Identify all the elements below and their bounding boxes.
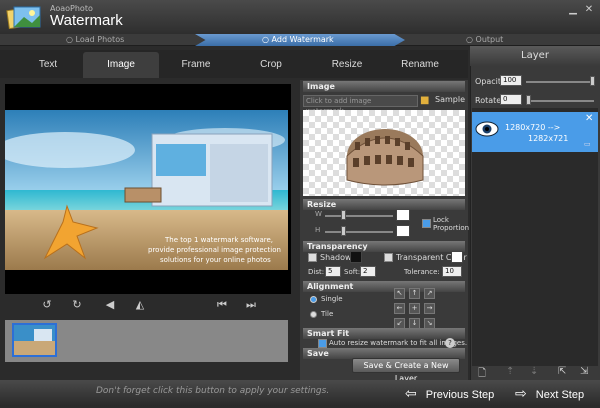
tab-text[interactable]: Text [10,52,86,78]
previous-image-icon[interactable]: ⏮ [215,298,229,312]
save-create-layer-button[interactable]: Save & Create a New Layer [352,358,460,383]
align-top-icon[interactable]: ↑ [409,288,420,299]
layer-image-icon: ▭ [584,140,591,148]
tile-label: Tile [321,310,334,318]
lock-proportion-label: Lock Proportion [433,216,470,232]
auto-resize-checkbox[interactable] [318,339,327,348]
tab-crop[interactable]: Crop [233,52,309,78]
align-right-icon[interactable]: → [424,303,435,314]
soft-spinner[interactable]: 2 [360,266,376,277]
step-output[interactable]: ○ Output [466,35,503,44]
tab-image[interactable]: Image [83,52,159,78]
lock-proportion-checkbox[interactable] [422,219,431,228]
width-slider-knob[interactable] [341,210,346,220]
tolerance-label: Tolerance: [404,268,440,276]
next-step-label: Next Step [535,389,585,401]
folder-icon[interactable]: ■ [420,95,432,106]
previous-step-label: Previous Step [425,389,495,401]
opacity-spinner[interactable]: 100 [500,75,522,86]
thumbnail-item[interactable] [12,323,57,357]
rotate-slider-knob[interactable] [526,95,531,105]
svg-text:The top 1 watermark software,: The top 1 watermark software, [164,236,273,244]
width-label: W [315,210,322,218]
step-add-watermark[interactable]: ○ Add Watermark [262,35,334,44]
height-slider-knob[interactable] [341,226,346,236]
transparent-color-swatch[interactable] [451,251,463,263]
tab-rename[interactable]: Rename [382,52,458,78]
tab-resize[interactable]: Resize [309,52,385,78]
minimize-icon[interactable]: ▁ [566,4,580,16]
rotate-left-icon[interactable]: ↺ [40,298,54,312]
sample-button[interactable]: Sample [435,95,465,104]
app-logo-icon [6,3,44,31]
height-label: H [315,226,321,234]
soft-label: Soft: [344,268,361,276]
arrow-right-icon: ⇨ [515,385,527,401]
step-label: Add Watermark [271,35,334,44]
hint-text: Don't forget click this button to apply … [96,386,330,396]
shadow-color-swatch[interactable] [350,251,362,263]
width-slider-track [325,215,393,217]
tile-radio[interactable] [310,311,317,318]
shadow-checkbox[interactable] [308,253,317,262]
previous-step-button[interactable]: ⇦ Previous Step [405,381,505,406]
step-label: Output [475,35,504,44]
brand-title: Watermark [50,12,123,29]
dist-label: Dist: [308,268,325,276]
arrow-left-icon: ⇦ [405,385,417,401]
step-load-photos[interactable]: ○ Load Photos [66,35,124,44]
section-alignment-title: Alignment [303,281,465,292]
rotate-label: Rotate [475,96,502,105]
layer-delete-icon[interactable]: ✕ [585,113,593,124]
move-layer-up-icon[interactable]: ⇡ [506,366,514,377]
align-top-right-icon[interactable]: ↗ [424,288,435,299]
close-icon[interactable]: ✕ [582,4,596,16]
width-value-box[interactable] [396,209,410,221]
section-smartfit-title: Smart Fit [303,328,465,339]
single-label: Single [321,295,343,303]
align-left-icon[interactable]: ← [394,303,405,314]
dist-spinner[interactable]: 5 [325,266,341,277]
transparent-color-checkbox[interactable] [384,253,393,262]
svg-text:solutions for your online phot: solutions for your online photos [160,256,271,264]
next-step-button[interactable]: ⇨ Next Step [515,381,600,406]
section-resize-title: Resize [303,199,465,210]
flip-horizontal-icon[interactable]: ◀ [103,298,117,312]
watermark-preview [303,110,465,196]
opacity-slider-track [526,81,594,83]
align-top-left-icon[interactable]: ↖ [394,288,405,299]
visibility-eye-icon[interactable] [475,121,499,140]
section-image-title: Image [303,81,465,92]
tolerance-spinner[interactable]: 10 [442,266,462,277]
section-transparency-title: Transparency [303,241,465,252]
rotate-spinner[interactable]: 0 [500,94,522,105]
move-layer-down-icon[interactable]: ⇣ [530,366,538,377]
next-image-icon[interactable]: ⏭ [244,298,258,312]
layer-item-size-from: 1280x720 --> [505,123,561,132]
single-radio[interactable] [310,296,317,303]
layer-title: Layer [470,46,600,66]
rotate-right-icon[interactable]: ↻ [70,298,84,312]
rotate-slider-track [526,100,594,102]
height-slider-track [325,231,393,233]
export-layer-icon[interactable]: ⇲ [580,366,588,377]
preview-image: The top 1 watermark software, provide pr… [5,110,288,270]
help-icon[interactable]: ? [445,338,455,348]
layer-item-size-to: 1282x721 [528,134,569,143]
shadow-label: Shadow [320,253,352,262]
step-label: Load Photos [75,35,125,44]
tab-frame[interactable]: Frame [158,52,234,78]
height-value-box[interactable] [396,225,410,237]
opacity-slider-knob[interactable] [590,76,595,86]
align-center-icon[interactable]: + [409,303,420,314]
svg-text:provide professional image pro: provide professional image protection [148,246,281,254]
watermark-image-input[interactable]: Click to add image watermark... [303,95,418,115]
import-layer-icon[interactable]: ⇱ [558,366,566,377]
flip-vertical-icon[interactable]: ◭ [133,298,147,312]
